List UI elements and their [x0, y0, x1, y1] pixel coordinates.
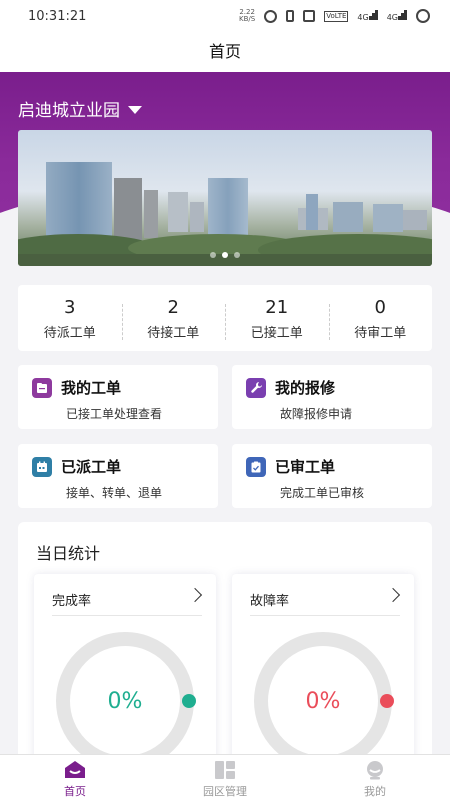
- card-subtitle: 接单、转单、退单: [66, 486, 163, 500]
- stat-value: 0: [374, 296, 386, 318]
- alarm-icon: [264, 9, 278, 23]
- tab-mine[interactable]: 我的: [300, 755, 450, 800]
- card-subtitle: 已接工单处理查看: [66, 407, 163, 421]
- tab-label: 我的: [364, 785, 386, 798]
- page-title: 首页: [0, 32, 450, 72]
- carousel-indicator[interactable]: [18, 252, 432, 258]
- card-title: 已派工单: [61, 458, 122, 476]
- banner-carousel[interactable]: [18, 130, 432, 266]
- daily-stats-card: 当日统计 完成率 0% 故障率 0%: [18, 522, 432, 774]
- rate-value: 0%: [107, 689, 143, 714]
- card-subtitle: 故障报修申请: [280, 407, 353, 421]
- failure-rate-ring: [254, 632, 394, 770]
- daily-stats-title: 当日统计: [36, 544, 101, 563]
- my-repairs-card[interactable]: 我的报修 故障报修申请: [232, 365, 432, 429]
- park-selector[interactable]: 启迪城立业园: [18, 96, 142, 121]
- carousel-dot-active[interactable]: [222, 252, 228, 258]
- dispatched-orders-card[interactable]: 已派工单 接单、转单、退单: [18, 444, 218, 508]
- failure-rate-card[interactable]: 故障率 0%: [232, 574, 414, 774]
- card-title: 我的报修: [275, 379, 336, 397]
- rate-value: 0%: [305, 689, 341, 714]
- signal-label-1: 4G: [357, 13, 369, 22]
- bottom-tab-bar: 首页 园区管理 我的: [0, 754, 450, 800]
- grid-icon: [215, 761, 235, 779]
- carousel-dot[interactable]: [210, 252, 216, 258]
- signal-icon: 4G: [357, 10, 378, 22]
- stat-pending-dispatch[interactable]: 3 待派工单: [18, 296, 122, 341]
- volte-icon: VoLTE: [324, 10, 349, 22]
- park-name: 启迪城立业园: [18, 101, 120, 121]
- status-icons: 2.22 KB/S VoLTE 4G 4G: [239, 9, 430, 23]
- card-title: 已审工单: [275, 458, 336, 476]
- stat-label: 待派工单: [43, 325, 96, 341]
- my-work-orders-card[interactable]: 我的工单 已接工单处理查看: [18, 365, 218, 429]
- stat-value: 21: [265, 296, 289, 318]
- stat-accepted[interactable]: 21 已接工单: [225, 296, 329, 341]
- stat-value: 2: [167, 296, 179, 318]
- city-skyline-image: [18, 162, 432, 266]
- card-subtitle: 完成工单已审核: [280, 486, 365, 500]
- user-face-icon: [367, 761, 383, 780]
- work-order-stats: 3 待派工单 2 待接工单 21 已接工单 0 待审工单: [18, 285, 432, 351]
- battery-icon: [416, 9, 430, 23]
- signal-label-2: 4G: [386, 13, 398, 22]
- status-time: 10:31:21: [28, 8, 87, 24]
- home-icon: [65, 761, 85, 778]
- completion-rate-card[interactable]: 完成率 0%: [34, 574, 216, 774]
- reviewed-orders-card[interactable]: 已审工单 完成工单已审核: [232, 444, 432, 508]
- clipboard-check-icon: [246, 456, 266, 477]
- tab-label: 园区管理: [203, 785, 247, 798]
- tab-park-management[interactable]: 园区管理: [150, 755, 300, 800]
- card-title: 我的工单: [61, 379, 122, 397]
- completion-rate-ring: [56, 632, 196, 770]
- stat-pending-review[interactable]: 0 待审工单: [328, 296, 433, 341]
- vibrate-icon: [286, 10, 295, 22]
- network-speed-unit: KB/S: [239, 15, 256, 23]
- stat-label: 已接工单: [250, 325, 303, 341]
- stat-pending-accept[interactable]: 2 待接工单: [121, 296, 226, 341]
- signal-icon-2: 4G: [387, 10, 407, 22]
- status-bar: 10:31:21 2.22 KB/S VoLTE 4G 4G: [0, 0, 450, 32]
- stat-label: 待审工单: [354, 325, 407, 341]
- stat-label: 待接工单: [147, 325, 200, 341]
- network-speed-indicator: 2.22 KB/S: [239, 9, 255, 23]
- wrench-icon: [246, 377, 266, 398]
- calendar-icon: [32, 456, 52, 477]
- tab-label: 首页: [64, 785, 86, 798]
- document-icon: [32, 377, 52, 398]
- carousel-dot[interactable]: [234, 252, 240, 258]
- caret-down-icon: [128, 105, 142, 114]
- tab-home[interactable]: 首页: [0, 755, 150, 800]
- nfc-icon: [303, 10, 316, 22]
- stat-value: 3: [64, 296, 76, 318]
